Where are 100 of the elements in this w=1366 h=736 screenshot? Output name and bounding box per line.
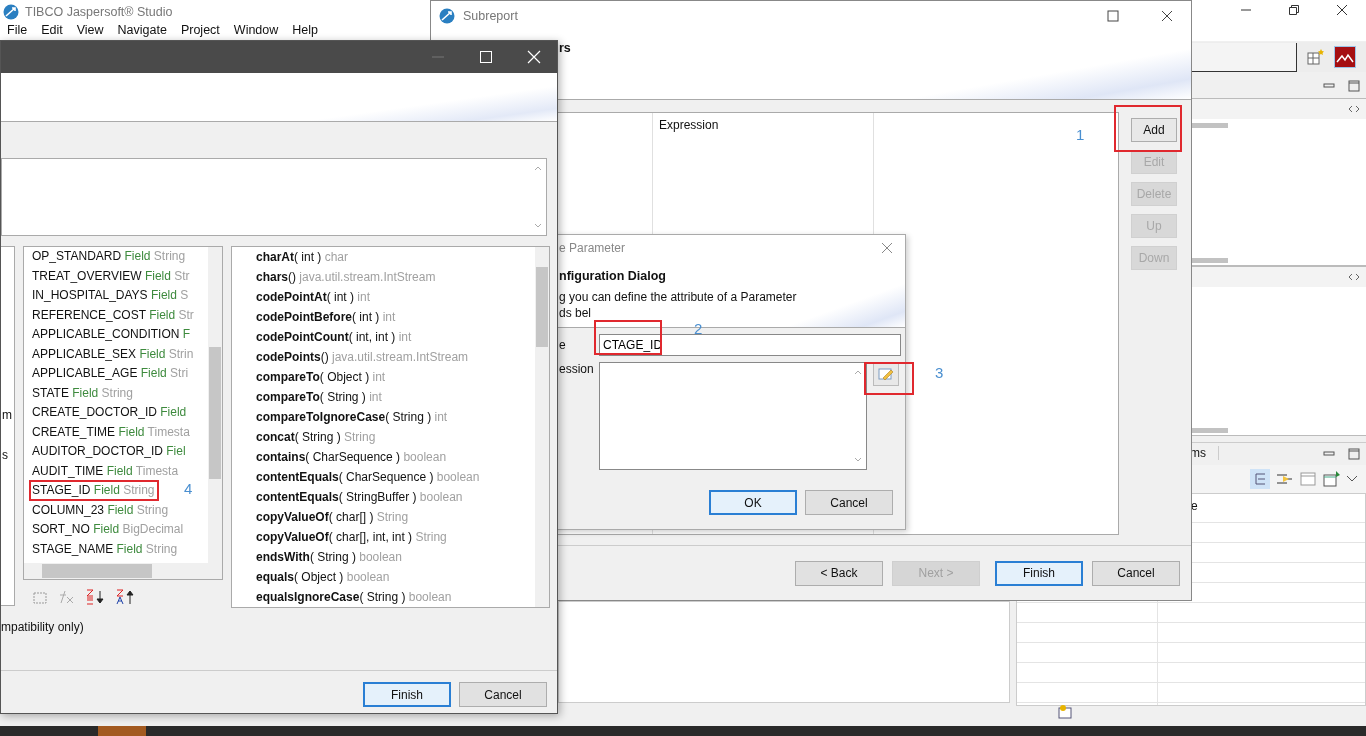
page-heading: rs [559,41,571,55]
field-label: e [559,338,567,352]
menu-item[interactable]: File [0,23,35,41]
wizard-button[interactable]: Cancel [1092,560,1180,586]
scroll-down-icon[interactable] [854,457,862,463]
column-header: Expression [659,118,719,132]
wizard-button[interactable]: < Back [795,560,883,586]
restore-icon[interactable] [1288,4,1300,16]
dialog-button[interactable]: OK [709,490,797,515]
field-item[interactable]: APPLICABLE_SEX Field Strin [24,344,194,364]
field-item[interactable]: APPLICABLE_CONDITION F [24,325,191,345]
field-item[interactable]: APPLICABLE_AGE Field Stri [24,364,189,384]
window-title: Subreport [463,9,518,23]
menu-item[interactable]: View [69,23,111,41]
logo-icon [439,8,455,24]
method-item[interactable]: contentEquals( CharSequence ) boolean [232,467,534,487]
list-item[interactable]: m [2,408,12,422]
highlight-frame [594,320,662,355]
perspective-icon[interactable] [1307,48,1325,66]
expression-field[interactable] [1,158,547,236]
scrollbar[interactable] [1192,123,1228,128]
highlight-frame [864,362,914,395]
column-header: e [1190,498,1199,515]
editor-button[interactable]: Finish [363,682,451,707]
step-number: 4 [184,480,193,497]
report-perspective-icon[interactable] [1335,47,1355,67]
scrollbar[interactable] [535,247,549,607]
side-button[interactable]: Add [1131,118,1177,142]
logo-icon [3,3,19,20]
menu-item[interactable]: Edit [34,23,70,41]
minimize-icon[interactable] [1322,81,1336,91]
menu-item[interactable]: Project [173,23,227,41]
method-item[interactable]: codePointCount( int, int ) int [232,327,534,347]
sort-descending-icon[interactable] [85,588,107,606]
dropdown-icon[interactable] [1346,475,1358,483]
menu-item[interactable]: Window [226,23,286,41]
step-number: 2 [694,320,703,337]
field-item[interactable]: TREAT_OVERVIEW Field Str [24,266,190,286]
field-item[interactable]: IN_HOSPITAL_DAYS Field S [24,286,189,306]
field-item[interactable]: AUDITOR_DOCTOR_ID Fiel [24,442,186,462]
maximize-icon[interactable] [1107,10,1119,22]
field-item[interactable]: SORT_NO Field BigDecimal [24,520,184,540]
sort-ascending-icon[interactable] [115,588,137,606]
method-item[interactable]: concat( String ) String [232,427,534,447]
minimize-icon[interactable] [1322,449,1336,459]
highlight-frame [1114,105,1182,152]
scrollbar[interactable] [1192,428,1228,433]
method-item[interactable]: charAt( int ) char [232,247,534,267]
maximize-icon[interactable] [1348,448,1360,460]
method-item[interactable]: endsWith( String ) boolean [232,547,534,567]
field-item[interactable]: STAGE_NAME Field String [24,539,178,559]
wizard-button[interactable]: Finish [995,560,1083,586]
scroll-down-icon[interactable] [534,223,542,229]
status-icon[interactable] [1057,704,1073,720]
method-item[interactable]: codePointBefore( int ) int [232,307,534,327]
method-item[interactable]: chars() java.util.stream.IntStream [232,267,534,287]
expression-field[interactable] [599,362,867,470]
window-title: TIBCO Jaspersoft® Studio [25,4,173,19]
pencil-icon [878,367,894,381]
step-number: 3 [935,364,944,381]
expression-editor-button[interactable] [873,362,899,386]
field-item[interactable]: COLUMN_23 Field String [24,500,169,520]
method-item[interactable]: equalsIgnoreCase( String ) boolean [232,587,534,607]
scroll-up-icon[interactable] [854,369,862,375]
maximize-icon[interactable] [1348,80,1360,92]
close-icon[interactable] [1336,4,1348,16]
field-item[interactable]: CREATE_DOCTOR_ID Field [24,403,187,423]
dialog-heading: nfiguration Dialog [559,269,667,283]
method-item[interactable]: copyValueOf( char[] ) String [232,507,534,527]
scroll-up-icon[interactable] [534,165,542,171]
menu-item[interactable]: Navigate [110,23,174,41]
method-item[interactable]: compareToIgnoreCase( String ) int [232,407,534,427]
field-label: ession [559,362,595,376]
step-number: 1 [1076,126,1085,143]
field-item[interactable]: OP_STANDARD Field String [24,247,186,267]
method-item[interactable]: compareTo( String ) int [232,387,534,407]
method-item[interactable]: codePointAt( int ) int [232,287,534,307]
dialog-button[interactable]: Cancel [805,490,893,515]
editor-button[interactable]: Cancel [459,682,547,707]
field-item[interactable]: REFERENCE_COST Field Str [24,305,194,325]
field-item[interactable]: STAGE_ID Field String [24,481,155,501]
window-pin-icon[interactable] [1322,469,1342,489]
menu-item[interactable]: Help [285,23,325,41]
method-item[interactable]: contentEquals( StringBuffer ) boolean [232,487,534,507]
scrollbar[interactable] [1192,258,1228,263]
tree-icon[interactable] [1250,469,1270,489]
fields-icon[interactable] [31,589,49,605]
method-item[interactable]: contains( CharSequence ) boolean [232,447,534,467]
field-item[interactable]: CREATE_TIME Field Timesta [24,422,190,442]
method-item[interactable]: compareTo( Object ) int [232,367,534,387]
description-text: g you can define the attribute of a Parameter [559,289,798,305]
method-item[interactable]: copyValueOf( char[], int, int ) String [232,527,534,547]
name-field[interactable]: CTAGE_ID [599,334,901,356]
list-item[interactable]: s [2,448,8,462]
field-item[interactable]: STATE Field String [24,383,133,403]
method-item[interactable]: equals( Object ) boolean [232,567,534,587]
close-icon[interactable] [1161,10,1173,22]
method-item[interactable]: codePoints() java.util.stream.IntStream [232,347,534,367]
field-item[interactable]: AUDIT_TIME Field Timesta [24,461,179,481]
window-icon[interactable] [1298,469,1318,489]
